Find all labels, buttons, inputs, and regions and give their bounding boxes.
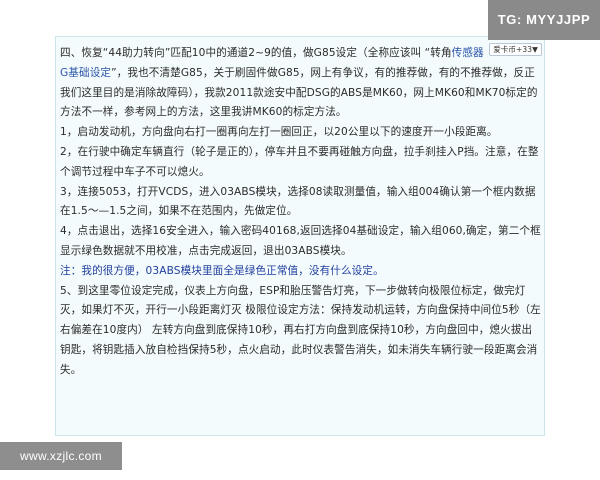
post-body: 爱卡币+33▼ 四、恢复“44助力转向”匹配10中的通道2~9的值，做G85设定（… [60,43,542,381]
paragraph-step-1: 1，启动发动机，方向盘向右打一圈再向左打一圈回正，以20公里以下的速度开一小段距… [60,126,498,139]
paragraph-intro: 爱卡币+33▼ 四、恢复“44助力转向”匹配10中的通道2~9的值，做G85设定（… [60,43,542,123]
user-badge[interactable]: 爱卡币+33▼ [489,43,542,56]
watermark-top: TG: MYYJJPP [488,0,600,40]
paragraph-step-4: 4，点击退出，选择16安全进入，输入密码40168,返回选择04基础设定，输入组… [60,225,541,257]
watermark-bottom: www.xzjlc.com [0,442,122,470]
chevron-down-icon: ▼ [532,45,538,54]
paragraph-note: 注：我的很方便，03ABS模块里面全是绿色正常值，没有什么设定。 [60,264,384,277]
paragraph-step-3: 3，连接5053，打开VCDS，进入03ABS模块，选择08读取测量值，输入组0… [60,185,536,218]
paragraph-step-2: 2，在行驶中确定车辆直行（轮子是正的），停车并且不要再碰触方向盘，拉手刹挂入P挡… [60,145,539,178]
paragraph-step-5: 5、到这里零位设定完成，仪表上方向盘，ESP和胎压警告灯亮，下一步做转向极限位标… [60,284,541,376]
